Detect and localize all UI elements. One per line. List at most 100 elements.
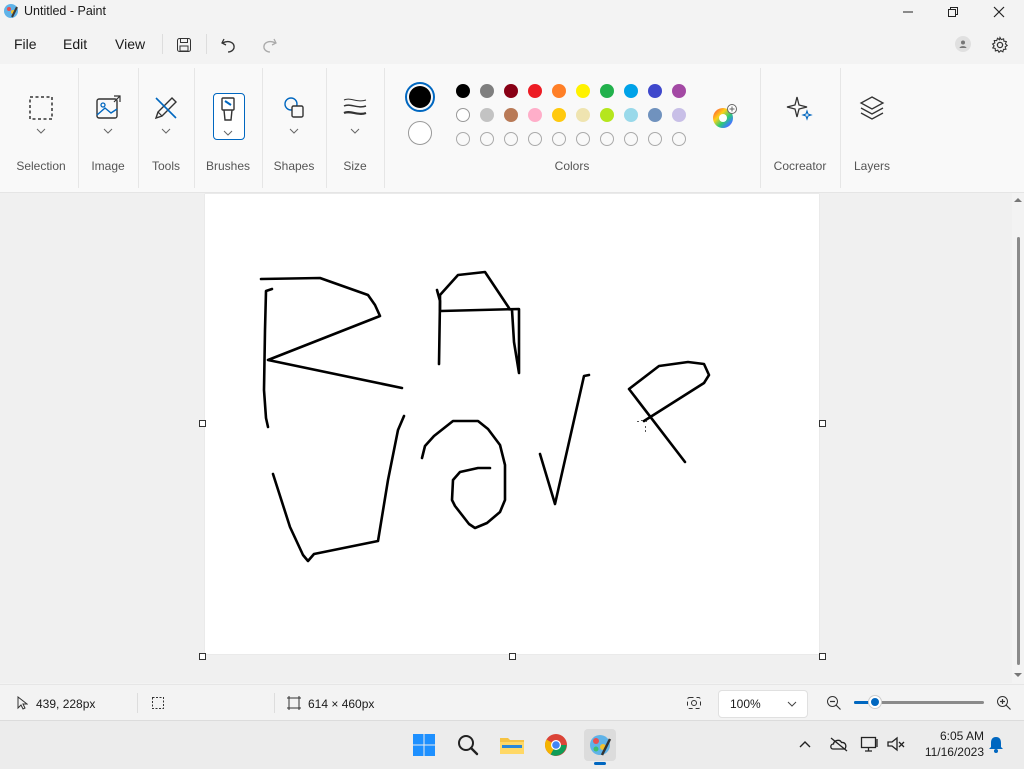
status-bar: 439, 228px 614 × 460px 100% [0,684,1024,721]
stroke-p [627,360,711,464]
color-swatch[interactable] [672,84,686,98]
cocreator-label: Cocreator [773,159,827,173]
shapes-group[interactable]: Shapes [264,64,324,188]
custom-color-slot[interactable] [624,132,638,146]
resize-handle-bottom[interactable] [509,653,516,660]
brushes-group[interactable]: Brushes [196,64,260,188]
zoom-slider-track[interactable] [854,696,984,708]
color-swatch[interactable] [624,84,638,98]
menu-file[interactable]: File [14,36,37,52]
color-swatch[interactable] [576,84,590,98]
custom-color-slot[interactable] [528,132,542,146]
fit-to-window-icon[interactable] [686,696,702,710]
redo-button[interactable] [256,32,282,58]
custom-color-slot[interactable] [576,132,590,146]
search-button[interactable] [452,729,484,761]
ribbon-divider [840,68,841,188]
resize-handle-bottom-left[interactable] [199,653,206,660]
secondary-color-button[interactable] [408,121,432,145]
scroll-down-icon[interactable] [1012,670,1024,680]
resize-handle-left[interactable] [199,420,206,427]
size-label: Size [343,159,367,173]
color-swatch[interactable] [528,108,542,122]
color-swatch[interactable] [528,84,542,98]
ribbon-toolbar: Selection Image Tools Brushes Shapes Siz… [0,64,1024,193]
cocreator-group[interactable]: Cocreator [762,64,838,188]
menu-view[interactable]: View [115,36,145,52]
minimize-icon [903,11,913,13]
stroke-j [271,414,406,563]
zoom-value: 100% [730,697,761,711]
restore-button[interactable] [930,0,976,24]
color-swatch[interactable] [600,84,614,98]
color-swatch[interactable] [480,108,494,122]
image-icon [96,95,121,119]
redo-icon [263,38,277,53]
custom-color-slot[interactable] [456,132,470,146]
start-button[interactable] [408,729,440,761]
color-swatch[interactable] [504,108,518,122]
menu-edit[interactable]: Edit [63,36,87,52]
tools-label: Tools [151,159,180,173]
network-display-icon[interactable] [860,735,880,753]
selection-group[interactable]: Selection [6,64,76,188]
primary-color-button[interactable] [405,82,435,112]
account-avatar[interactable] [955,36,971,52]
resize-handle-bottom-right[interactable] [819,653,826,660]
file-explorer-button[interactable] [496,729,528,761]
custom-color-slot[interactable] [672,132,686,146]
zoom-slider-thumb[interactable] [869,696,881,708]
zoom-out-icon[interactable] [826,695,842,711]
scroll-up-icon[interactable] [1012,195,1024,205]
undo-button[interactable] [216,32,242,58]
tools-group[interactable]: Tools [140,64,192,188]
vertical-scrollbar[interactable] [1012,193,1024,683]
color-swatch[interactable] [648,108,662,122]
zoom-dropdown[interactable]: 100% [718,690,808,718]
windows-logo-icon [413,734,435,756]
scroll-thumb[interactable] [1017,237,1020,665]
custom-color-slot[interactable] [504,132,518,146]
chrome-button[interactable] [540,729,572,761]
paint-taskbar-button[interactable] [584,729,616,765]
color-swatch[interactable] [648,84,662,98]
size-group[interactable]: Size [328,64,382,188]
custom-color-slot[interactable] [600,132,614,146]
folder-icon [500,738,524,754]
cocreator-sparkle-icon [786,96,813,121]
paint-icon [590,735,612,756]
custom-color-slot[interactable] [648,132,662,146]
menu-divider [206,34,207,54]
onedrive-offline-icon[interactable] [829,736,849,752]
minimize-button[interactable] [885,0,931,24]
resize-handle-right[interactable] [819,420,826,427]
save-button[interactable] [171,32,197,58]
zoom-in-icon[interactable] [996,695,1012,711]
color-swatch[interactable] [480,84,494,98]
color-swatch[interactable] [624,108,638,122]
taskbar-clock[interactable]: 6:05 AM 11/16/2023 [914,729,984,759]
color-swatch[interactable] [456,84,470,98]
settings-button[interactable] [987,32,1013,58]
close-button[interactable] [976,0,1022,24]
image-group[interactable]: Image [80,64,136,188]
layers-group[interactable]: Layers [842,64,902,188]
color-swatch[interactable] [456,108,470,122]
volume-muted-icon[interactable] [886,735,906,753]
color-swatch[interactable] [504,84,518,98]
clock-time: 6:05 AM [939,729,984,743]
edit-colors-button[interactable] [711,104,737,128]
custom-color-slot[interactable] [480,132,494,146]
chevron-up-icon[interactable] [798,739,812,749]
color-swatch[interactable] [600,108,614,122]
custom-color-slot[interactable] [552,132,566,146]
color-swatch[interactable] [576,108,590,122]
color-swatch[interactable] [552,84,566,98]
notification-bell-icon[interactable] [988,735,1004,753]
colors-group: Colors [386,64,758,188]
color-swatch[interactable] [672,108,686,122]
chevron-down-icon [161,128,171,134]
shapes-icon [284,97,304,118]
color-swatch[interactable] [552,108,566,122]
drawing-canvas[interactable] [205,194,819,654]
